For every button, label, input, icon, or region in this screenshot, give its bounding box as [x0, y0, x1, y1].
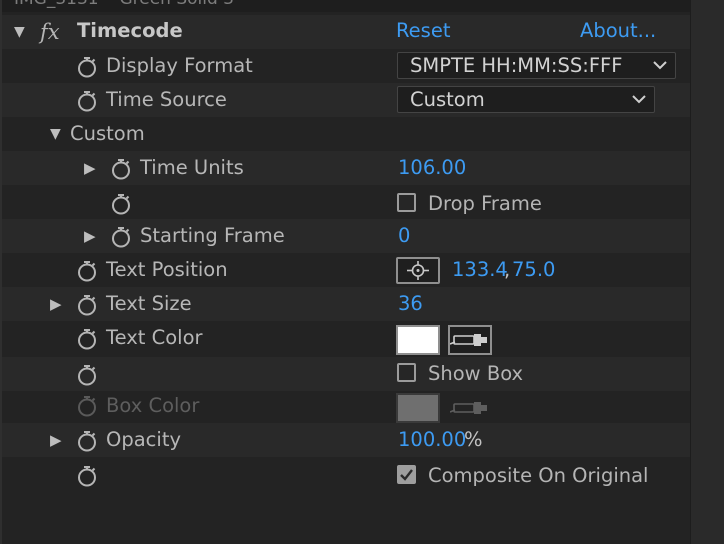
panel-left-edge [0, 0, 2, 544]
text-color-swatch[interactable] [396, 325, 440, 355]
eyedropper-button-disabled [448, 393, 492, 423]
text-size-value[interactable]: 36 [398, 287, 423, 321]
starting-frame-value[interactable]: 0 [398, 219, 410, 253]
panel-scroll-area[interactable] [690, 0, 724, 544]
chevron-down-icon [632, 95, 646, 104]
effect-name: Timecode [77, 19, 183, 42]
stopwatch-icon[interactable] [76, 294, 98, 316]
display-format-label: Display Format [106, 54, 253, 77]
property-row-drop-frame: Drop Frame [0, 185, 690, 221]
property-row-time-units: ▶ Time Units 106.00 [0, 151, 690, 185]
text-size-label: Text Size [106, 292, 192, 315]
property-row-text-size: ▶ Text Size 36 [0, 287, 690, 321]
property-row-time-source: Time Source Custom [0, 83, 690, 117]
composite-on-original-label: Composite On Original [428, 464, 649, 487]
custom-group-label: Custom [70, 122, 145, 145]
text-color-label: Text Color [106, 326, 203, 349]
time-units-value[interactable]: 106.00 [398, 151, 466, 185]
stopwatch-icon [78, 396, 96, 417]
property-row-display-format: Display Format SMPTE HH:MM:SS:FFF [0, 49, 690, 83]
property-row-opacity: ▶ Opacity 100.00 % [0, 423, 690, 457]
about-link[interactable]: About... [580, 15, 656, 47]
eyedropper-icon [449, 402, 487, 414]
custom-group-toggle[interactable]: ▼ [50, 117, 61, 151]
stopwatch-icon[interactable] [76, 260, 98, 282]
stopwatch-icon[interactable] [76, 56, 98, 78]
composite-on-original-checkbox[interactable] [397, 465, 416, 484]
opacity-unit: % [464, 428, 483, 451]
opacity-label: Opacity [106, 428, 182, 451]
point-control-button[interactable] [396, 257, 440, 284]
box-color-label: Box Color [106, 394, 200, 417]
starting-frame-label: Starting Frame [140, 224, 285, 247]
fx-icon[interactable]: fx [40, 17, 60, 47]
stopwatch-icon[interactable] [110, 226, 132, 248]
effect-controls-panel: IMG_3131 • Green Solid 3 ▼ fx Timecode R… [0, 0, 690, 544]
checkmark-icon [400, 469, 413, 481]
drop-frame-label: Drop Frame [428, 192, 542, 215]
eyedropper-button[interactable] [448, 325, 492, 355]
chevron-down-icon [653, 61, 667, 70]
stopwatch-icon[interactable] [76, 90, 98, 112]
property-row-composite-on-original: Composite On Original [0, 457, 690, 495]
stopwatch-icon[interactable] [110, 158, 132, 180]
reset-link[interactable]: Reset [396, 15, 450, 47]
text-position-y-value[interactable]: 75.0 [512, 253, 555, 287]
stopwatch-icon[interactable] [110, 193, 132, 215]
effect-header-row: ▼ fx Timecode Reset About... [0, 15, 690, 49]
time-source-label: Time Source [106, 88, 227, 111]
time-units-expand-toggle[interactable]: ▶ [84, 151, 96, 185]
text-position-label: Text Position [106, 258, 228, 281]
eyedropper-icon [449, 334, 487, 346]
drop-frame-checkbox[interactable] [397, 193, 416, 212]
stopwatch-icon[interactable] [76, 465, 98, 487]
property-row-starting-frame: ▶ Starting Frame 0 [0, 219, 690, 253]
crosshair-icon [407, 261, 429, 280]
starting-frame-expand-toggle[interactable]: ▶ [84, 219, 96, 253]
box-color-swatch [396, 393, 440, 423]
time-source-value: Custom [410, 88, 485, 111]
opacity-value[interactable]: 100.00 [398, 423, 466, 457]
property-row-text-color: Text Color [0, 321, 690, 357]
layer-title: IMG_3131 • Green Solid 3 [14, 0, 234, 9]
display-format-value: SMPTE HH:MM:SS:FFF [410, 54, 623, 77]
time-units-label: Time Units [140, 156, 244, 179]
effect-collapse-toggle[interactable]: ▼ [14, 15, 25, 49]
text-position-x-value[interactable]: 133.4 [452, 253, 508, 287]
layer-title-bar: IMG_3131 • Green Solid 3 [0, 0, 690, 12]
display-format-dropdown[interactable]: SMPTE HH:MM:SS:FFF [397, 52, 676, 79]
time-source-dropdown[interactable]: Custom [397, 86, 655, 113]
stopwatch-icon[interactable] [76, 328, 98, 350]
property-row-text-position: Text Position 133.4 , 75.0 [0, 253, 690, 287]
text-size-expand-toggle[interactable]: ▶ [50, 287, 62, 321]
property-row-box-color: Box Color [0, 389, 690, 425]
stopwatch-icon[interactable] [76, 430, 98, 452]
property-group-custom: ▼ Custom [0, 117, 690, 151]
show-box-checkbox[interactable] [397, 363, 416, 382]
property-row-show-box: Show Box [0, 357, 690, 391]
show-box-label: Show Box [428, 362, 524, 385]
text-position-separator: , [504, 258, 511, 281]
opacity-expand-toggle[interactable]: ▶ [50, 423, 62, 457]
stopwatch-icon[interactable] [76, 364, 98, 386]
